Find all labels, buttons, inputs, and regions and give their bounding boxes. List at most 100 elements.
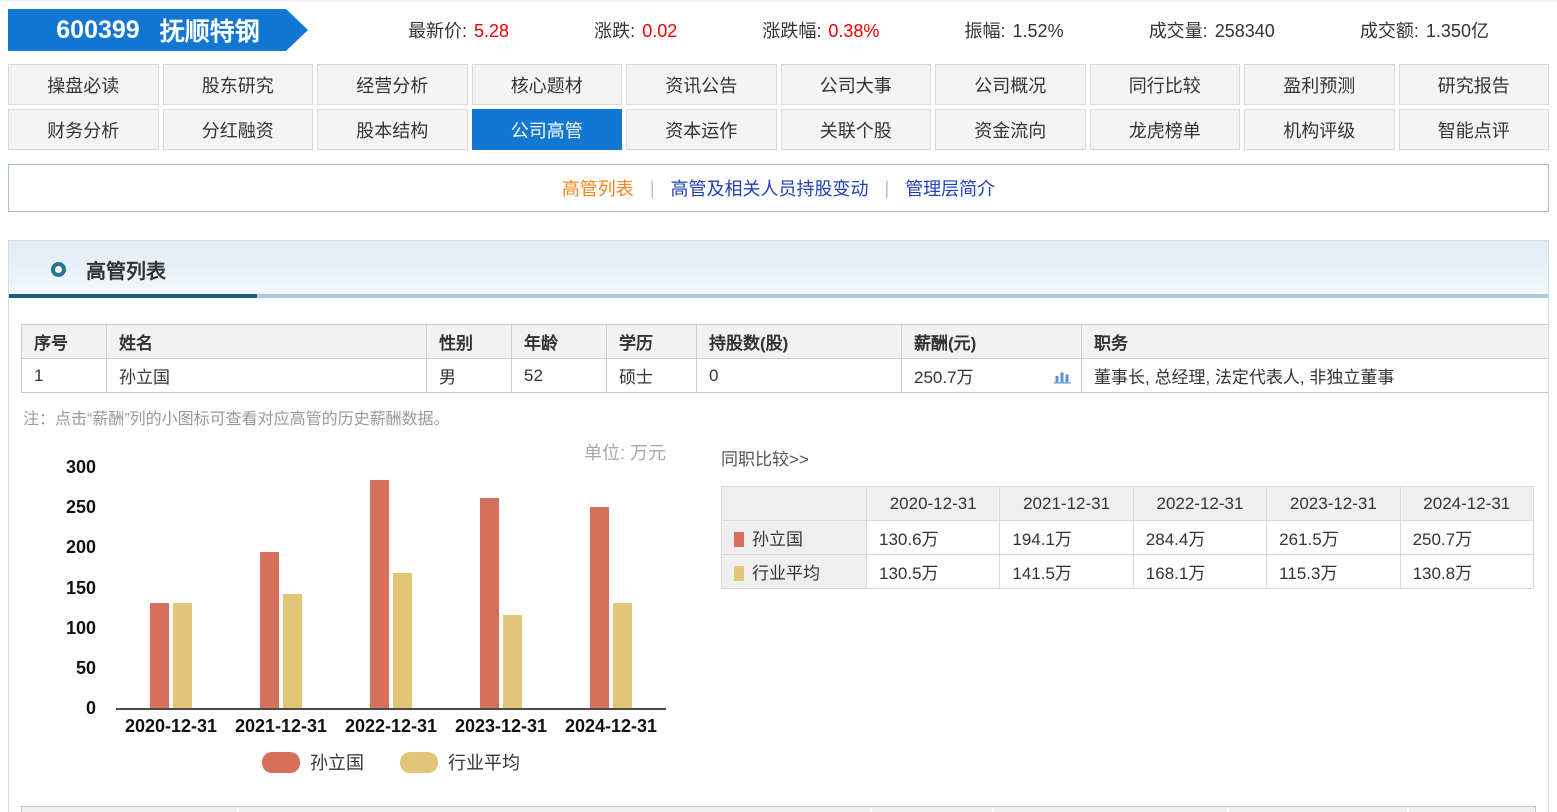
stock-stat: 最新价: 5.28 (408, 17, 509, 43)
executives-table: 序号 姓名 性别 年龄 学历 持股数(股) 薪酬(元) 职务 1 孙立国 男 52 硕士 0 250.7万… (21, 324, 1548, 393)
next-table-sliver (21, 806, 1536, 812)
bar-孙立国[interactable] (370, 479, 389, 708)
x-tick-label: 2020-12-31 (124, 716, 218, 736)
compare-header-row: 2020-12-31 2021-12-31 2022-12-31 2023-12-31… (721, 486, 1535, 521)
stock-stat: 涨跌: 0.02 (594, 17, 677, 43)
stat-label: 最新价: (408, 21, 468, 41)
cell-value: 52 (524, 365, 543, 385)
compare-col-header: 2020-12-31 (865, 486, 1001, 521)
nav-tab-核心题材[interactable]: 核心题材 (471, 64, 622, 105)
table-cell: 董事长, 总经理, 法定代表人, 非独立董事 (1081, 358, 1548, 393)
stock-stat: 成交量: 258340 (1149, 17, 1275, 43)
section-bullet-icon (51, 262, 66, 277)
y-tick-label: 300 (65, 457, 96, 477)
col-header: 学历 (606, 324, 697, 359)
cell-value: 0 (709, 365, 719, 385)
bar-孙立国[interactable] (260, 552, 279, 708)
compare-value-cell: 261.5万 (1266, 520, 1401, 555)
col-header: 职务 (1081, 324, 1548, 359)
legend-item-孙立国: 孙立国 (262, 749, 364, 775)
nav-tabs: 操盘必读 股东研究 经营分析 核心题材 资讯公告 公司大事 公司概况 同行比较 盈利预测 研究报告… (8, 64, 1549, 150)
stock-stat: 成交额: 1.350亿 (1360, 17, 1489, 43)
nav-tab-公司高管[interactable]: 公司高管 (471, 109, 622, 150)
nav-tab-公司概况[interactable]: 公司概况 (935, 64, 1086, 105)
stock-badge: 600399 抚顺特钢 (8, 9, 308, 51)
bar-chart-icon[interactable] (1054, 368, 1071, 389)
bar-行业平均[interactable] (283, 594, 302, 708)
stock-header: 600399 抚顺特钢 最新价: 5.28 涨跌: 0.02 涨跌幅: 0.38% 振幅: 1… (0, 2, 1557, 58)
nav-tab-盈利预测[interactable]: 盈利预测 (1244, 64, 1395, 105)
nav-tab-经营分析[interactable]: 经营分析 (317, 64, 468, 105)
nav-tab-研究报告[interactable]: 研究报告 (1398, 64, 1549, 105)
table-cell: 1 (21, 358, 107, 393)
y-tick-label: 150 (65, 577, 96, 598)
stock-stat: 振幅: 1.52% (965, 17, 1064, 43)
nav-tab-股本结构[interactable]: 股本结构 (317, 109, 468, 150)
cell-value: 硕士 (619, 368, 653, 387)
nav-tab-龙虎榜单[interactable]: 龙虎榜单 (1089, 109, 1240, 150)
nav-tab-资讯公告[interactable]: 资讯公告 (626, 64, 777, 105)
subnav-divider: | (649, 177, 655, 198)
compare-col-header: 2022-12-31 (1132, 486, 1268, 521)
chart-plot: 0 50 100 150 200 250 300 (66, 457, 666, 718)
stat-value: 0.38% (828, 21, 880, 41)
bar-行业平均[interactable] (173, 603, 192, 708)
compare-table-body: 孙立国 130.6万 194.1万 284.4万 261.5万 250.7万行业平均 130… (721, 520, 1535, 589)
compare-name-cell: 行业平均 (721, 554, 867, 589)
nav-tab-智能点评[interactable]: 智能点评 (1398, 109, 1549, 150)
y-tick-label: 100 (65, 617, 96, 638)
compare-value-cell: 250.7万 (1399, 520, 1535, 555)
compare-value-cell: 141.5万 (999, 554, 1134, 589)
legend-label: 行业平均 (448, 753, 520, 773)
nav-tab-公司大事[interactable]: 公司大事 (780, 64, 931, 105)
stat-label: 涨跌: (594, 21, 636, 41)
nav-tab-同行比较[interactable]: 同行比较 (1089, 64, 1240, 105)
stat-label: 成交额: (1359, 21, 1419, 41)
section-header: 高管列表 (9, 241, 1548, 298)
bar-group (556, 469, 666, 708)
section-title: 高管列表 (86, 261, 166, 283)
header-row: 序号 姓名 性别 年龄 学历 持股数(股) 薪酬(元) 职务 (21, 324, 1548, 359)
compare-row: 孙立国 130.6万 194.1万 284.4万 261.5万 250.7万 (721, 520, 1535, 555)
subnav-link-管理层简介[interactable]: 管理层简介 (905, 175, 995, 201)
bar-孙立国[interactable] (150, 603, 169, 708)
subnav-divider: | (884, 177, 890, 198)
cell-value: 男 (439, 368, 456, 387)
subnav-link-高管列表[interactable]: 高管列表 (562, 175, 634, 201)
bar-行业平均[interactable] (613, 602, 632, 708)
bar-行业平均[interactable] (393, 572, 412, 708)
bar-group (226, 469, 336, 708)
nav-tab-关联个股[interactable]: 关联个股 (780, 109, 931, 150)
nav-tab-股东研究[interactable]: 股东研究 (162, 64, 313, 105)
bar-孙立国[interactable] (480, 497, 499, 708)
compare-value-cell: 130.6万 (865, 520, 1001, 555)
subnav-link-高管及相关人员持股变动[interactable]: 高管及相关人员持股变动 (671, 175, 869, 201)
executives-table-head: 序号 姓名 性别 年龄 学历 持股数(股) 薪酬(元) 职务 (21, 324, 1548, 359)
stat-label: 成交量: (1148, 21, 1208, 41)
compare-name-cell: 孙立国 (721, 520, 867, 555)
table-cell: 孙立国 (106, 358, 427, 393)
table-note: 注：点击“薪酬”列的小图标可查看对应高管的历史薪酬数据。 (23, 411, 450, 428)
nav-tab-分红融资[interactable]: 分红融资 (162, 109, 313, 150)
nav-tab-资金流向[interactable]: 资金流向 (935, 109, 1086, 150)
nav-tab-财务分析[interactable]: 财务分析 (8, 109, 159, 150)
nav-tab-机构评级[interactable]: 机构评级 (1244, 109, 1395, 150)
stat-value: 1.350亿 (1425, 21, 1489, 41)
bar-孙立国[interactable] (590, 506, 609, 708)
stat-value: 0.02 (642, 21, 678, 41)
compare-value-cell: 130.5万 (865, 554, 1001, 589)
peer-compare: 同职比较>> 2020-12-31 2021-12-31 2022-12-31 202… (721, 439, 1535, 775)
bar-行业平均[interactable] (503, 615, 522, 708)
stat-value: 258340 (1214, 21, 1275, 41)
nav-tab-资本运作[interactable]: 资本运作 (626, 109, 777, 150)
legend-item-行业平均: 行业平均 (400, 749, 520, 775)
stock-code: 600399 (56, 15, 140, 44)
compare-name: 行业平均 (752, 564, 820, 583)
stock-stats: 最新价: 5.28 涨跌: 0.02 涨跌幅: 0.38% 振幅: 1.52% 成交量: 2583… (408, 17, 1489, 43)
compare-corner-cell (721, 486, 867, 521)
x-tick-label: 2023-12-31 (454, 716, 548, 736)
peer-compare-link[interactable]: 同职比较>> (721, 445, 1534, 470)
nav-tab-操盘必读[interactable]: 操盘必读 (8, 64, 159, 105)
compare-value-cell: 284.4万 (1132, 520, 1268, 555)
chart-y-axis: 0 50 100 150 200 250 300 (34, 457, 104, 718)
